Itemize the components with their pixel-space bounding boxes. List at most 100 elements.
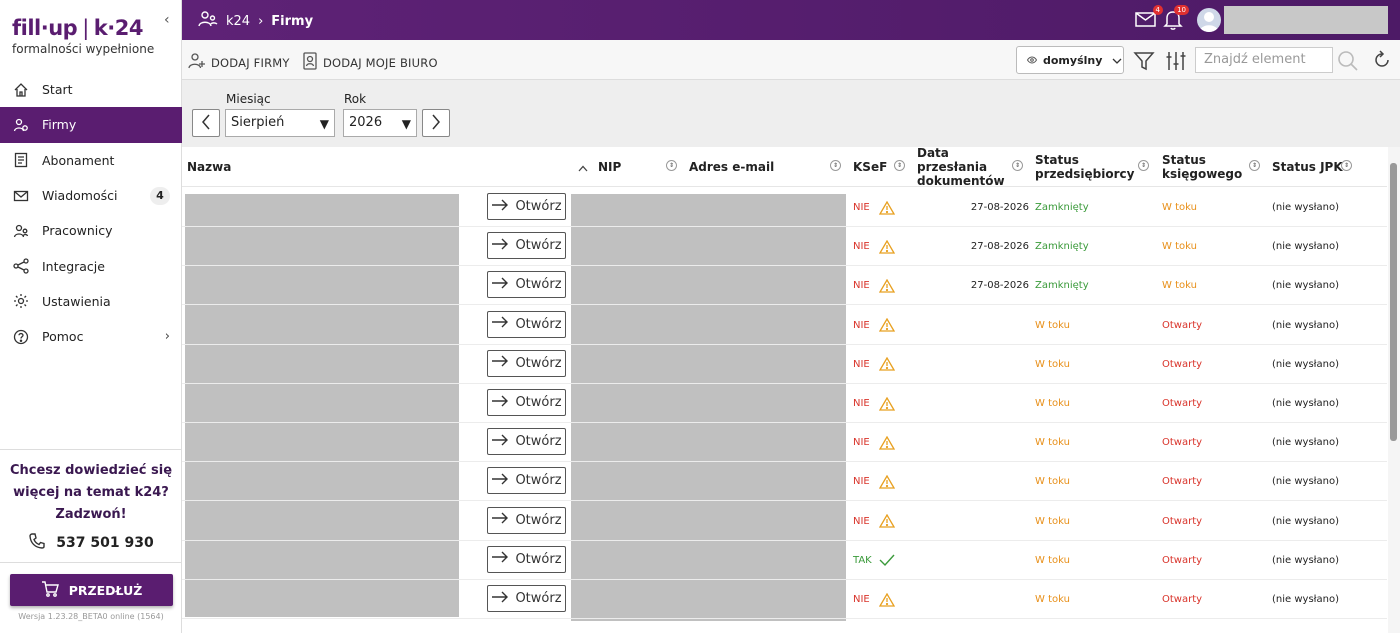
sidebar-item-pomoc[interactable]: Pomoc › — [0, 319, 182, 354]
filter-button[interactable] — [1133, 50, 1155, 75]
open-label: Otwórz — [515, 199, 562, 214]
sidebar-item-start[interactable]: Start — [0, 72, 182, 107]
column-header-nazwa[interactable]: Nazwa — [187, 147, 594, 187]
breadcrumb-root[interactable]: k24 — [226, 14, 250, 29]
owner-status-cell: Zamknięty — [1035, 280, 1089, 292]
year-select[interactable]: 2026 ▼ — [343, 109, 417, 137]
breadcrumb: k24 › Firmy — [198, 10, 313, 32]
promo-phone[interactable]: 537 501 930 — [0, 532, 182, 554]
ksef-cell: NIE — [853, 398, 870, 409]
table-row[interactable]: Otwórz NIE W toku Otwarty (nie wysłano) — [182, 462, 1387, 502]
warning-icon — [879, 266, 895, 305]
chevron-right-icon — [431, 114, 441, 133]
chevron-down-icon — [1112, 54, 1122, 67]
table-row[interactable]: Otwórz NIE W toku Otwarty (nie wysłano) — [182, 384, 1387, 423]
table-row[interactable]: Otwórz NIE W toku Otwarty (nie wysłano) — [182, 423, 1387, 463]
column-header-accountant-status[interactable]: Status księgowego ⇕ — [1162, 147, 1266, 187]
open-company-button[interactable]: Otwórz — [487, 349, 566, 377]
year-select-value: 2026 — [349, 115, 383, 130]
owner-status-cell: Zamknięty — [1035, 202, 1089, 213]
sidebar-item-ustawienia[interactable]: Ustawienia — [0, 284, 182, 319]
messages-button[interactable]: 4 — [1135, 5, 1163, 32]
open-company-button[interactable]: Otwórz — [487, 585, 566, 612]
open-company-button[interactable]: Otwórz — [487, 506, 566, 534]
dropdown-triangle-icon: ▼ — [401, 117, 411, 131]
open-company-button[interactable]: Otwórz — [487, 545, 566, 573]
chevron-left-icon — [201, 114, 211, 133]
collapse-sidebar-icon[interactable]: ‹ — [164, 12, 170, 28]
date-cell — [917, 423, 1029, 462]
warning-icon — [879, 384, 895, 423]
search-button[interactable] — [1337, 50, 1359, 75]
table-row[interactable]: Otwórz NIE 27-08-2026 Zamknięty W toku (nie w… — [182, 227, 1387, 267]
table-row[interactable]: Otwórz TAK W toku Otwarty (nie wysłano) — [182, 541, 1387, 580]
open-company-button[interactable]: Otwórz — [487, 310, 566, 338]
cart-icon — [41, 580, 59, 600]
sort-ascending-icon — [578, 161, 588, 175]
table-row[interactable]: Otwórz NIE W toku Otwarty (nie wysłano) — [182, 306, 1387, 345]
table-row[interactable]: Otwórz NIE 27-08-2026 Zamknięty W toku (nie w… — [182, 188, 1387, 227]
add-office-button[interactable]: DODAJ MOJE BIURO — [302, 52, 438, 73]
table-row[interactable]: Otwórz NIE W toku Otwarty (nie wysłano) — [182, 502, 1387, 541]
warning-icon — [879, 227, 895, 266]
sidebar-item-abonament[interactable]: Abonament — [0, 143, 182, 178]
jpk-status-cell: (nie wysłano) — [1272, 241, 1339, 253]
open-label: Otwórz — [515, 591, 562, 606]
sidebar-item-wiadomosci[interactable]: Wiadomości 4 — [0, 178, 182, 213]
columns-settings-button[interactable] — [1165, 50, 1187, 75]
warning-icon — [879, 188, 895, 227]
column-header-ksef[interactable]: KSeF ⇕ — [853, 147, 911, 187]
warning-icon — [879, 462, 895, 501]
arrow-right-icon — [491, 395, 509, 411]
ksef-cell: NIE — [853, 319, 870, 331]
brand-logo[interactable]: fill·up | k·24 formalności wypełnione — [12, 16, 154, 56]
table-row[interactable]: Otwórz NIE 27-08-2026 Zamknięty W toku (nie w… — [182, 266, 1387, 306]
open-company-button[interactable]: Otwórz — [487, 467, 566, 495]
eye-icon — [1026, 54, 1038, 67]
prev-period-button[interactable] — [192, 109, 220, 137]
companies-icon — [198, 10, 218, 32]
open-company-button[interactable]: Otwórz — [487, 271, 566, 299]
search-input[interactable]: Znajdź element — [1195, 47, 1333, 73]
table-row[interactable]: Otwórz NIE W toku Otwarty (nie wysłano) — [182, 580, 1387, 619]
companies-table: Nazwa NIP ⇕ Adres e-mail ⇕ KSeF ⇕ Data p… — [182, 147, 1400, 633]
view-select[interactable]: domyślny — [1016, 46, 1124, 74]
date-cell — [917, 462, 1029, 501]
jpk-status-cell: (nie wysłano) — [1272, 515, 1339, 527]
avatar[interactable] — [1197, 8, 1221, 32]
column-header-email[interactable]: Adres e-mail ⇕ — [689, 147, 847, 187]
user-menu[interactable] — [1224, 6, 1388, 34]
open-company-button[interactable]: Otwórz — [487, 428, 566, 456]
notifications-button[interactable]: 10 — [1163, 5, 1189, 34]
renew-button[interactable]: PRZEDŁUŻ — [10, 574, 173, 606]
sidebar-item-pracownicy[interactable]: Pracownicy — [0, 213, 182, 248]
month-select[interactable]: Sierpień ▼ — [225, 109, 335, 137]
open-company-button[interactable]: Otwórz — [487, 232, 566, 260]
add-companies-button[interactable]: DODAJ FIRMY — [188, 52, 290, 73]
owner-status-cell: W toku — [1035, 319, 1070, 331]
scrollbar-thumb[interactable] — [1390, 163, 1397, 441]
jpk-status-cell: (nie wysłano) — [1272, 280, 1339, 292]
table-row[interactable]: Otwórz NIE W toku Otwarty (nie wysłano) — [182, 345, 1387, 384]
sidebar-item-label: Pomoc — [42, 329, 84, 345]
sidebar-item-integracje[interactable]: Integracje — [0, 248, 182, 283]
accountant-status-cell: Otwarty — [1162, 594, 1203, 605]
accountant-status-cell: W toku — [1162, 280, 1197, 292]
column-header-date[interactable]: Data przesłania dokumentów ⇕ — [917, 147, 1029, 188]
refresh-button[interactable] — [1372, 50, 1392, 73]
column-header-owner-status[interactable]: Status przedsiębiorcy ⇕ — [1035, 147, 1155, 187]
next-period-button[interactable] — [422, 109, 450, 137]
open-company-button[interactable]: Otwórz — [487, 193, 566, 220]
check-icon — [879, 541, 895, 580]
table-scrollbar[interactable] — [1388, 147, 1400, 633]
accountant-status-cell: Otwarty — [1162, 476, 1203, 488]
column-header-jpk[interactable]: Status JPK ⇕ — [1272, 147, 1358, 187]
column-header-nip[interactable]: NIP ⇕ — [598, 147, 683, 187]
open-company-button[interactable]: Otwórz — [487, 389, 566, 416]
table-header: Nazwa NIP ⇕ Adres e-mail ⇕ KSeF ⇕ Data p… — [182, 147, 1387, 188]
sort-icon: ⇕ — [1012, 160, 1023, 171]
jpk-status-cell: (nie wysłano) — [1272, 476, 1339, 488]
sidebar-item-firmy[interactable]: Firmy — [0, 107, 182, 143]
version-info: Wersja 1.23.28_BETA0 online (1564) — [18, 612, 164, 621]
year-label: Rok — [344, 92, 367, 106]
